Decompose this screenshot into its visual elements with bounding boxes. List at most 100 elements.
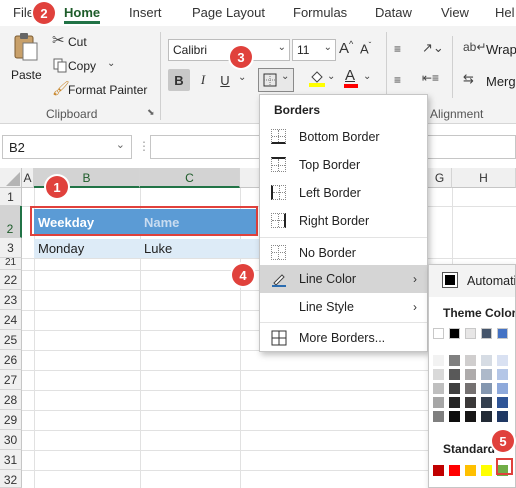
font-size-select[interactable]: 11 ⌄	[292, 39, 336, 61]
column-header-g[interactable]: G	[428, 168, 452, 188]
shade-color-swatch[interactable]	[449, 383, 460, 394]
menu-item-left-border[interactable]: Left Border	[260, 179, 427, 207]
shade-color-swatch[interactable]	[449, 411, 460, 422]
shade-color-swatch[interactable]	[465, 383, 476, 394]
shade-color-swatch[interactable]	[433, 397, 444, 408]
font-color-button[interactable]: A ⌄	[342, 67, 372, 93]
automatic-color-option[interactable]: Automati	[429, 265, 515, 297]
increase-font-size-icon[interactable]: A^	[339, 39, 353, 57]
row-header-27[interactable]: 27	[0, 370, 22, 390]
row-header-31[interactable]: 31	[0, 450, 22, 470]
select-all-corner[interactable]	[0, 168, 22, 188]
name-box[interactable]: B2 ⌄	[2, 135, 132, 159]
tab-help[interactable]: Hel	[495, 5, 515, 20]
row-header-25[interactable]: 25	[0, 330, 22, 350]
align-middle-icon[interactable]: ≡	[394, 73, 401, 87]
shade-color-swatch[interactable]	[465, 369, 476, 380]
menu-item-no-border[interactable]: No Border	[260, 239, 427, 267]
menu-item-line-style[interactable]: Line Style ›	[260, 293, 427, 321]
tab-page-layout[interactable]: Page Layout	[192, 5, 265, 20]
align-top-icon[interactable]: ≡	[394, 42, 401, 56]
decrease-font-size-icon[interactable]: Aˇ	[360, 41, 371, 56]
row-header-30[interactable]: 30	[0, 430, 22, 450]
shade-color-swatch[interactable]	[497, 397, 508, 408]
shade-color-swatch[interactable]	[481, 383, 492, 394]
standard-color-swatch[interactable]	[481, 465, 492, 476]
tab-view[interactable]: View	[441, 5, 469, 20]
shade-color-swatch[interactable]	[481, 397, 492, 408]
theme-color-swatch[interactable]	[465, 328, 476, 339]
standard-color-swatch[interactable]	[465, 465, 476, 476]
theme-color-swatch[interactable]	[449, 328, 460, 339]
shade-color-swatch[interactable]	[433, 355, 444, 366]
standard-color-swatch[interactable]	[449, 465, 460, 476]
standard-color-swatch[interactable]	[433, 465, 444, 476]
fill-color-button[interactable]: ⌄	[306, 69, 336, 93]
row-header-32[interactable]: 32	[0, 470, 22, 488]
chevron-down-icon[interactable]: ⌄	[107, 58, 115, 69]
menu-item-line-color[interactable]: Line Color ›	[260, 265, 427, 293]
shade-color-swatch[interactable]	[433, 411, 444, 422]
tab-file[interactable]: File	[13, 5, 34, 20]
tab-home[interactable]: Home	[64, 5, 101, 24]
shade-color-swatch[interactable]	[465, 397, 476, 408]
row-header-29[interactable]: 29	[0, 410, 22, 430]
menu-item-bottom-border[interactable]: Bottom Border	[260, 123, 427, 151]
theme-color-swatch[interactable]	[481, 328, 492, 339]
font-name-select[interactable]: Calibri ⌄	[168, 39, 290, 61]
menu-item-right-border[interactable]: Right Border	[260, 207, 427, 235]
merge-button[interactable]: ⇆ Merg	[463, 71, 516, 91]
row-header-26[interactable]: 26	[0, 350, 22, 370]
italic-button[interactable]: I	[192, 69, 214, 91]
shade-color-swatch[interactable]	[465, 355, 476, 366]
shade-color-swatch[interactable]	[497, 355, 508, 366]
shade-color-swatch[interactable]	[481, 411, 492, 422]
row-header-1[interactable]: 1	[0, 188, 22, 206]
shade-color-swatch[interactable]	[481, 369, 492, 380]
menu-item-top-border[interactable]: Top Border	[260, 151, 427, 179]
column-header-a[interactable]: A	[22, 168, 34, 188]
row-header-28[interactable]: 28	[0, 390, 22, 410]
row-header-23[interactable]: 23	[0, 290, 22, 310]
cell-b3[interactable]: Monday	[34, 239, 140, 258]
shade-color-swatch[interactable]	[433, 369, 444, 380]
underline-button[interactable]: U	[214, 69, 236, 91]
chevron-down-icon[interactable]: ⌄	[238, 72, 246, 83]
paste-button[interactable]: Paste	[8, 32, 44, 88]
shade-color-swatch[interactable]	[433, 383, 444, 394]
dialog-launcher-icon[interactable]: ⬊	[147, 107, 155, 118]
shade-color-swatch[interactable]	[449, 397, 460, 408]
bold-button[interactable]: B	[168, 69, 190, 91]
row-header-24[interactable]: 24	[0, 310, 22, 330]
orientation-icon[interactable]: ↗⌄	[422, 40, 444, 56]
tab-data[interactable]: Dataw	[375, 5, 412, 20]
shade-color-swatch[interactable]	[449, 369, 460, 380]
shade-color-swatch[interactable]	[481, 355, 492, 366]
tab-formulas[interactable]: Formulas	[293, 5, 347, 20]
shade-color-swatch[interactable]	[465, 411, 476, 422]
wrap-text-button[interactable]: ab↵ Wrap	[463, 40, 516, 60]
theme-color-swatch[interactable]	[433, 328, 444, 339]
group-divider	[160, 32, 161, 120]
row-header-22[interactable]: 22	[0, 270, 22, 290]
column-header-h[interactable]: H	[452, 168, 516, 188]
shade-color-swatch[interactable]	[449, 355, 460, 366]
row-header-3[interactable]: 3	[0, 238, 22, 258]
shade-color-swatch[interactable]	[497, 369, 508, 380]
indent-icon[interactable]: ⇤≡	[422, 71, 439, 85]
cut-button[interactable]: ✂ Cut	[52, 32, 102, 51]
format-painter-button[interactable]: 🖌 Format Painter	[52, 80, 152, 99]
borders-button[interactable]: ⌄	[258, 68, 294, 92]
shade-color-swatch[interactable]	[497, 411, 508, 422]
column-header-c[interactable]: C	[140, 168, 240, 188]
row-header-21[interactable]: 21	[0, 258, 22, 270]
row-header-2[interactable]: 2	[0, 206, 22, 238]
column-header-d[interactable]	[240, 168, 260, 188]
shade-color-swatch[interactable]	[497, 383, 508, 394]
chevron-down-icon: ⌄	[327, 71, 336, 82]
tab-insert[interactable]: Insert	[129, 5, 162, 20]
cell-c3[interactable]: Luke	[140, 239, 260, 258]
copy-button[interactable]: Copy ⌄	[52, 57, 122, 75]
menu-item-more-borders[interactable]: More Borders...	[260, 324, 427, 352]
theme-color-swatch[interactable]	[497, 328, 508, 339]
